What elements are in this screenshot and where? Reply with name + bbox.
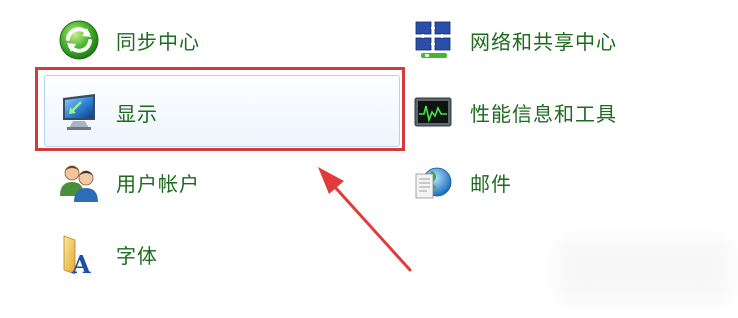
sync-center-label: 同步中心 bbox=[116, 29, 200, 54]
control-panel-item-mail[interactable]: 邮件 bbox=[410, 160, 512, 204]
sync-center-icon bbox=[56, 18, 102, 62]
user-accounts-label: 用户帐户 bbox=[116, 171, 200, 196]
control-panel-item-user-accounts[interactable]: 用户帐户 bbox=[56, 160, 200, 204]
network-sharing-label: 网络和共享中心 bbox=[470, 29, 617, 54]
blurred-watermark-area bbox=[556, 238, 732, 302]
control-panel-item-sync-center[interactable]: 同步中心 bbox=[56, 18, 200, 62]
mail-label: 邮件 bbox=[470, 171, 512, 196]
fonts-folder-icon: A bbox=[56, 232, 102, 276]
network-sharing-icon bbox=[410, 18, 456, 62]
performance-tools-icon bbox=[410, 90, 456, 134]
control-panel-item-performance-tools[interactable]: 性能信息和工具 bbox=[410, 90, 617, 134]
fonts-label: 字体 bbox=[116, 243, 158, 268]
mail-icon bbox=[410, 160, 456, 204]
performance-tools-label: 性能信息和工具 bbox=[470, 101, 617, 126]
control-panel-item-network-sharing-center[interactable]: 网络和共享中心 bbox=[410, 18, 617, 62]
svg-text:A: A bbox=[71, 250, 91, 276]
annotation-highlight-box bbox=[35, 67, 405, 151]
user-accounts-icon bbox=[56, 160, 102, 204]
control-panel-item-fonts[interactable]: A 字体 bbox=[56, 232, 158, 276]
